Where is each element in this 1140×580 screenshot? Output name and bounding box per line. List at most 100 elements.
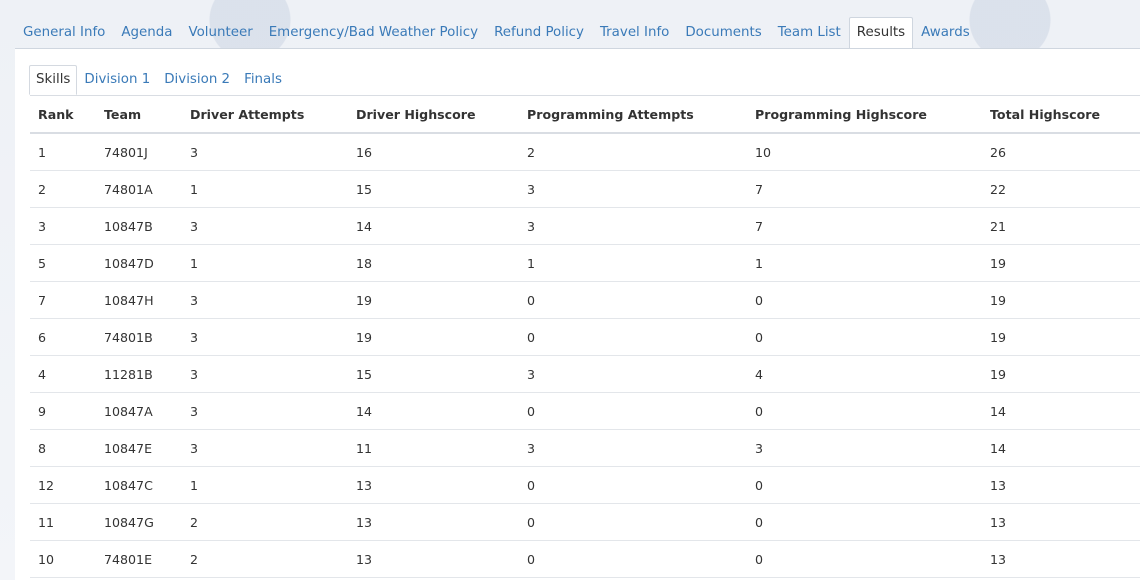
tab-documents[interactable]: Documents <box>677 17 769 49</box>
cell-driver-highscore: 13 <box>348 503 519 541</box>
cell-programming-highscore: 7 <box>747 207 982 245</box>
main-tab-bar: General Info Agenda Volunteer Emergency/… <box>15 17 978 49</box>
cell-driver-attempts: 1 <box>182 170 348 208</box>
cell-driver-highscore: 14 <box>348 207 519 245</box>
skills-results-table: Rank Team Driver Attempts Driver Highsco… <box>30 96 1140 578</box>
cell-programming-highscore: 0 <box>747 318 982 356</box>
cell-programming-highscore: 0 <box>747 392 982 430</box>
header-programming-attempts: Programming Attempts <box>519 96 747 134</box>
cell-driver-attempts: 3 <box>182 392 348 430</box>
tab-travel-info[interactable]: Travel Info <box>592 17 677 49</box>
header-total-highscore: Total Highscore <box>982 96 1140 134</box>
cell-team: 74801J <box>96 133 182 171</box>
cell-programming-attempts: 0 <box>519 503 747 541</box>
tab-general-info[interactable]: General Info <box>15 17 113 49</box>
cell-total-highscore: 22 <box>982 170 1140 208</box>
skills-table-container: Rank Team Driver Attempts Driver Highsco… <box>30 95 1140 578</box>
tab-volunteer[interactable]: Volunteer <box>180 17 260 49</box>
cell-driver-highscore: 18 <box>348 244 519 282</box>
tab-emergency-policy[interactable]: Emergency/Bad Weather Policy <box>261 17 486 49</box>
cell-total-highscore: 14 <box>982 392 1140 430</box>
cell-programming-attempts: 0 <box>519 318 747 356</box>
header-programming-highscore: Programming Highscore <box>747 96 982 134</box>
cell-driver-attempts: 3 <box>182 281 348 319</box>
cell-rank: 9 <box>30 392 96 430</box>
cell-total-highscore: 13 <box>982 503 1140 541</box>
tab-team-list[interactable]: Team List <box>770 17 849 49</box>
cell-programming-attempts: 3 <box>519 355 747 393</box>
cell-total-highscore: 21 <box>982 207 1140 245</box>
cell-team: 10847B <box>96 207 182 245</box>
table-row: 4 11281B 3 15 3 4 19 <box>30 355 1140 393</box>
cell-team: 10847H <box>96 281 182 319</box>
tab-agenda[interactable]: Agenda <box>113 17 180 49</box>
cell-driver-attempts: 3 <box>182 429 348 467</box>
cell-programming-highscore: 4 <box>747 355 982 393</box>
table-row: 3 10847B 3 14 3 7 21 <box>30 207 1140 245</box>
tab-awards[interactable]: Awards <box>913 17 978 49</box>
cell-driver-highscore: 13 <box>348 466 519 504</box>
cell-driver-highscore: 19 <box>348 281 519 319</box>
cell-rank: 6 <box>30 318 96 356</box>
cell-programming-highscore: 3 <box>747 429 982 467</box>
cell-rank: 7 <box>30 281 96 319</box>
table-row: 10 74801E 2 13 0 0 13 <box>30 540 1140 578</box>
cell-driver-attempts: 2 <box>182 540 348 578</box>
header-driver-attempts: Driver Attempts <box>182 96 348 134</box>
cell-driver-highscore: 16 <box>348 133 519 171</box>
tab-finals[interactable]: Finals <box>237 65 289 95</box>
cell-team: 74801A <box>96 170 182 208</box>
cell-rank: 1 <box>30 133 96 171</box>
cell-programming-attempts: 0 <box>519 540 747 578</box>
cell-rank: 10 <box>30 540 96 578</box>
table-row: 7 10847H 3 19 0 0 19 <box>30 281 1140 319</box>
header-rank: Rank <box>30 96 96 134</box>
cell-driver-attempts: 2 <box>182 503 348 541</box>
cell-driver-highscore: 15 <box>348 355 519 393</box>
cell-programming-attempts: 0 <box>519 392 747 430</box>
cell-rank: 12 <box>30 466 96 504</box>
table-row: 8 10847E 3 11 3 3 14 <box>30 429 1140 467</box>
cell-programming-highscore: 7 <box>747 170 982 208</box>
cell-driver-highscore: 11 <box>348 429 519 467</box>
tab-results[interactable]: Results <box>848 17 914 49</box>
cell-total-highscore: 14 <box>982 429 1140 467</box>
tab-division-1[interactable]: Division 1 <box>77 65 157 95</box>
cell-total-highscore: 19 <box>982 281 1140 319</box>
cell-team: 10847E <box>96 429 182 467</box>
cell-team: 11281B <box>96 355 182 393</box>
cell-rank: 5 <box>30 244 96 282</box>
cell-driver-highscore: 13 <box>348 540 519 578</box>
cell-programming-highscore: 0 <box>747 281 982 319</box>
cell-total-highscore: 26 <box>982 133 1140 171</box>
cell-team: 74801B <box>96 318 182 356</box>
cell-driver-attempts: 1 <box>182 466 348 504</box>
cell-programming-attempts: 0 <box>519 466 747 504</box>
cell-rank: 4 <box>30 355 96 393</box>
cell-total-highscore: 13 <box>982 466 1140 504</box>
cell-programming-attempts: 2 <box>519 133 747 171</box>
cell-programming-highscore: 0 <box>747 503 982 541</box>
tab-division-2[interactable]: Division 2 <box>157 65 237 95</box>
cell-programming-attempts: 1 <box>519 244 747 282</box>
cell-driver-highscore: 15 <box>348 170 519 208</box>
cell-rank: 11 <box>30 503 96 541</box>
table-row: 1 74801J 3 16 2 10 26 <box>30 133 1140 171</box>
table-row: 12 10847C 1 13 0 0 13 <box>30 466 1140 504</box>
cell-driver-attempts: 3 <box>182 207 348 245</box>
tab-skills[interactable]: Skills <box>29 65 78 95</box>
cell-driver-attempts: 3 <box>182 355 348 393</box>
cell-programming-highscore: 10 <box>747 133 982 171</box>
cell-total-highscore: 19 <box>982 244 1140 282</box>
cell-team: 74801E <box>96 540 182 578</box>
results-panel: Skills Division 1 Division 2 Finals Rank… <box>15 48 1140 580</box>
header-team: Team <box>96 96 182 134</box>
header-driver-highscore: Driver Highscore <box>348 96 519 134</box>
table-row: 9 10847A 3 14 0 0 14 <box>30 392 1140 430</box>
cell-total-highscore: 13 <box>982 540 1140 578</box>
cell-team: 10847G <box>96 503 182 541</box>
cell-driver-attempts: 1 <box>182 244 348 282</box>
cell-programming-highscore: 1 <box>747 244 982 282</box>
tab-refund-policy[interactable]: Refund Policy <box>486 17 592 49</box>
cell-rank: 3 <box>30 207 96 245</box>
